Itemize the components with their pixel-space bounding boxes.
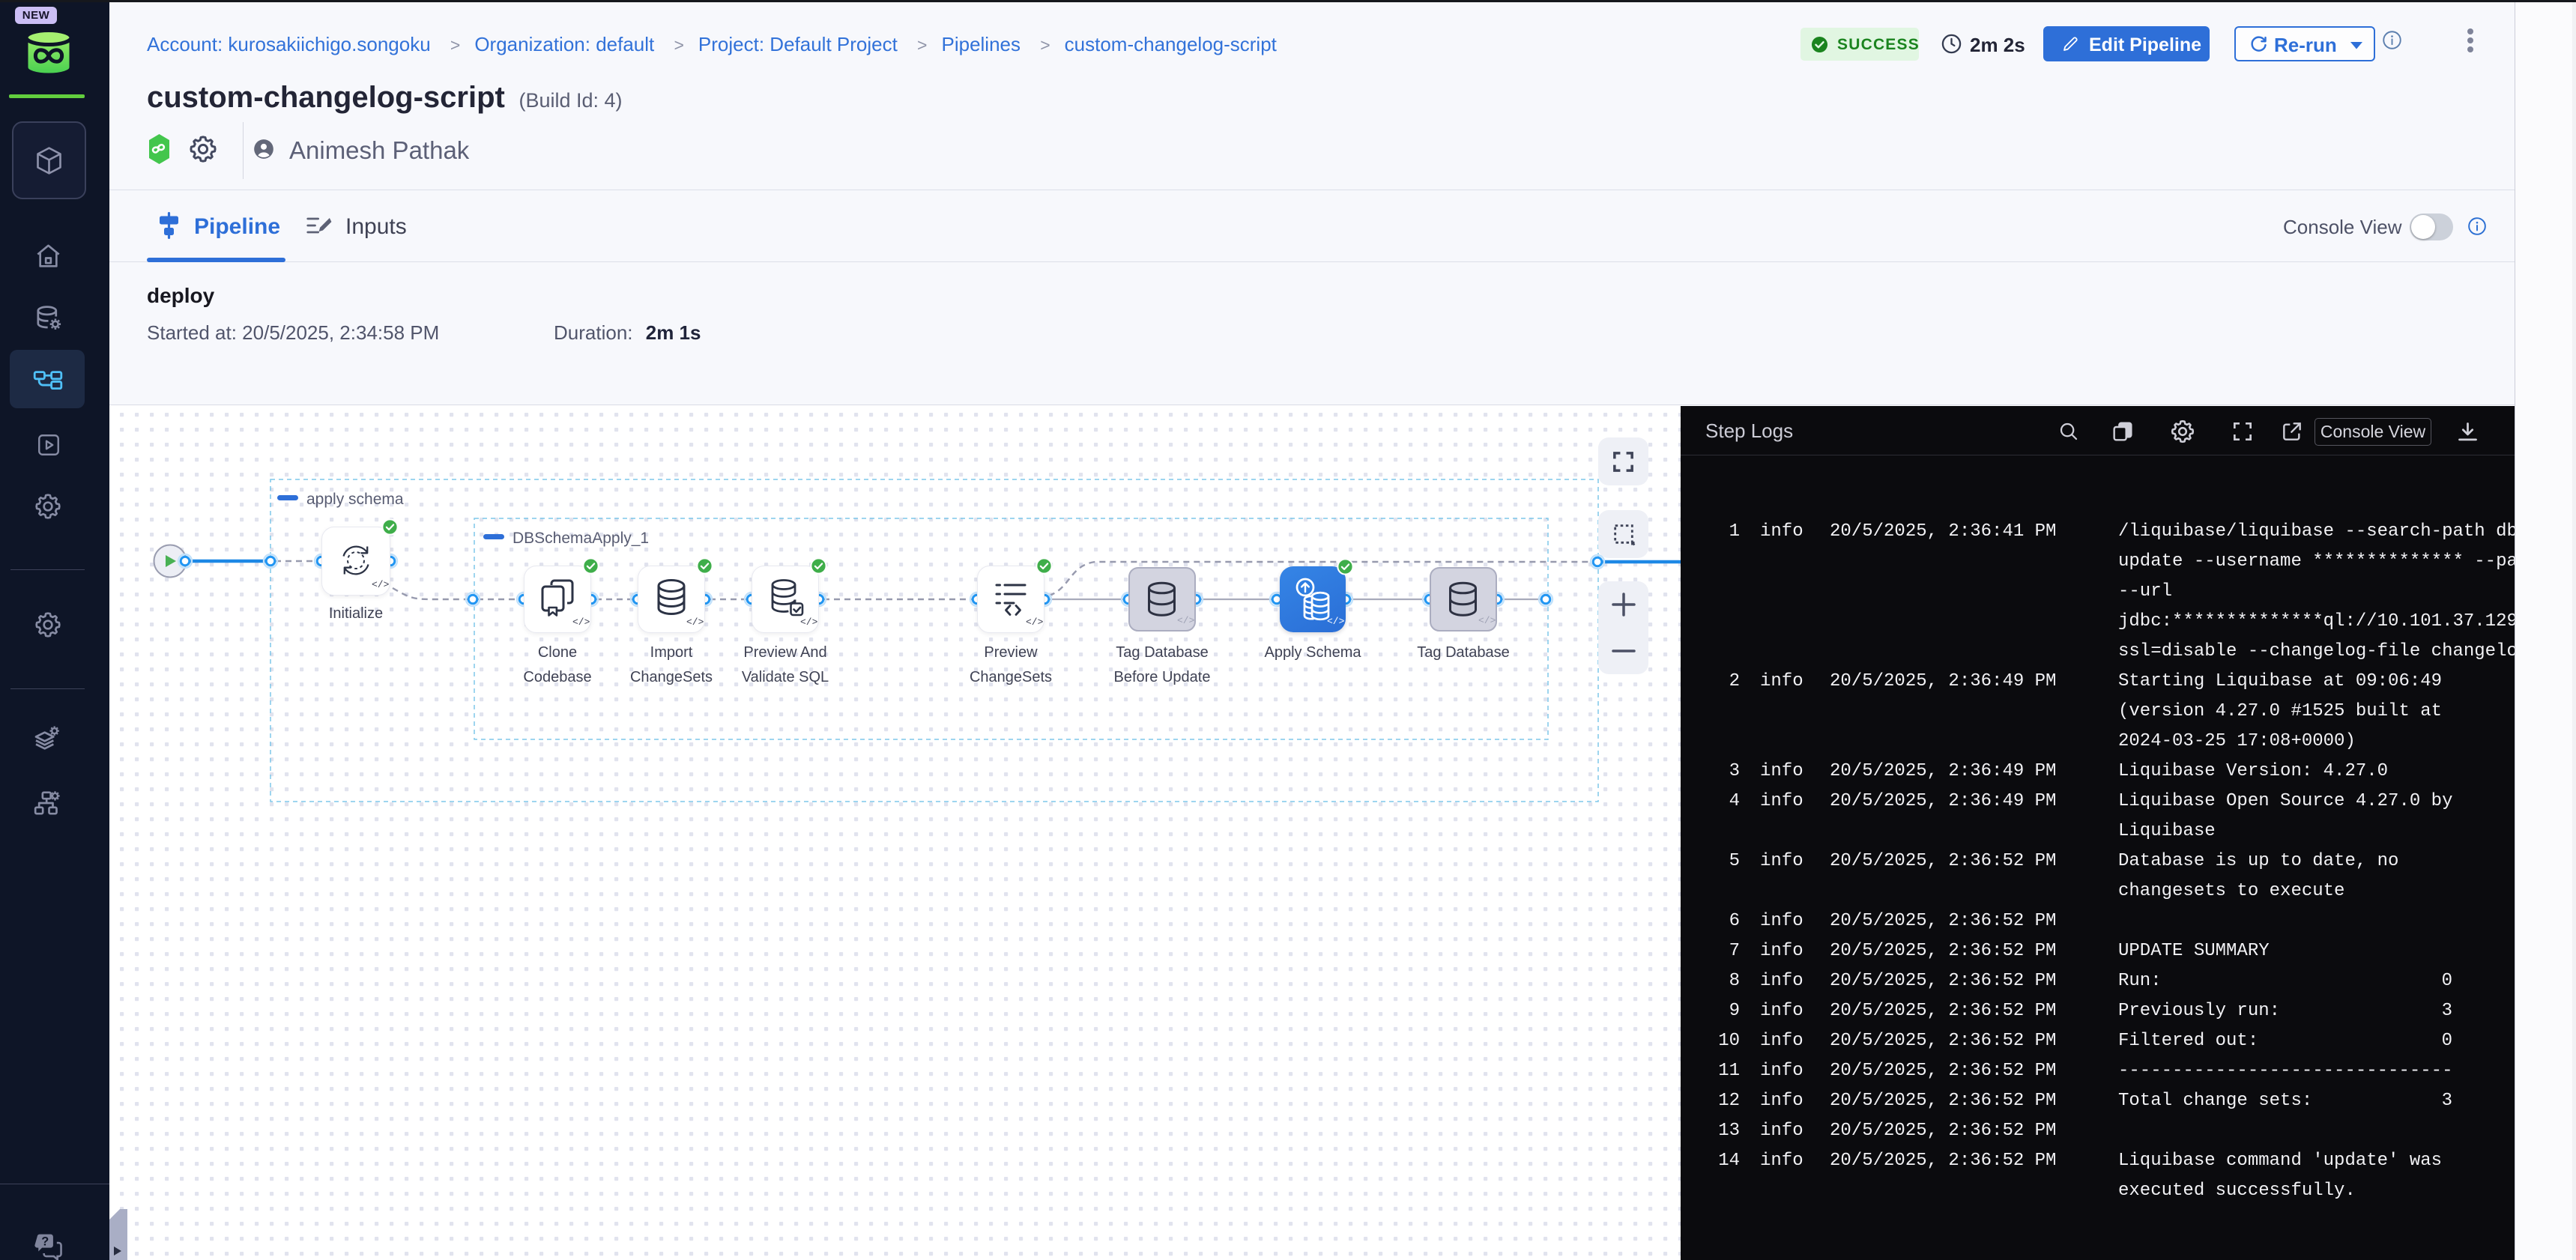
svg-text:?: ? bbox=[41, 1235, 49, 1248]
svg-text:DBSchemaApply_1: DBSchemaApply_1 bbox=[513, 530, 649, 547]
svg-text:apply schema: apply schema bbox=[306, 491, 404, 508]
